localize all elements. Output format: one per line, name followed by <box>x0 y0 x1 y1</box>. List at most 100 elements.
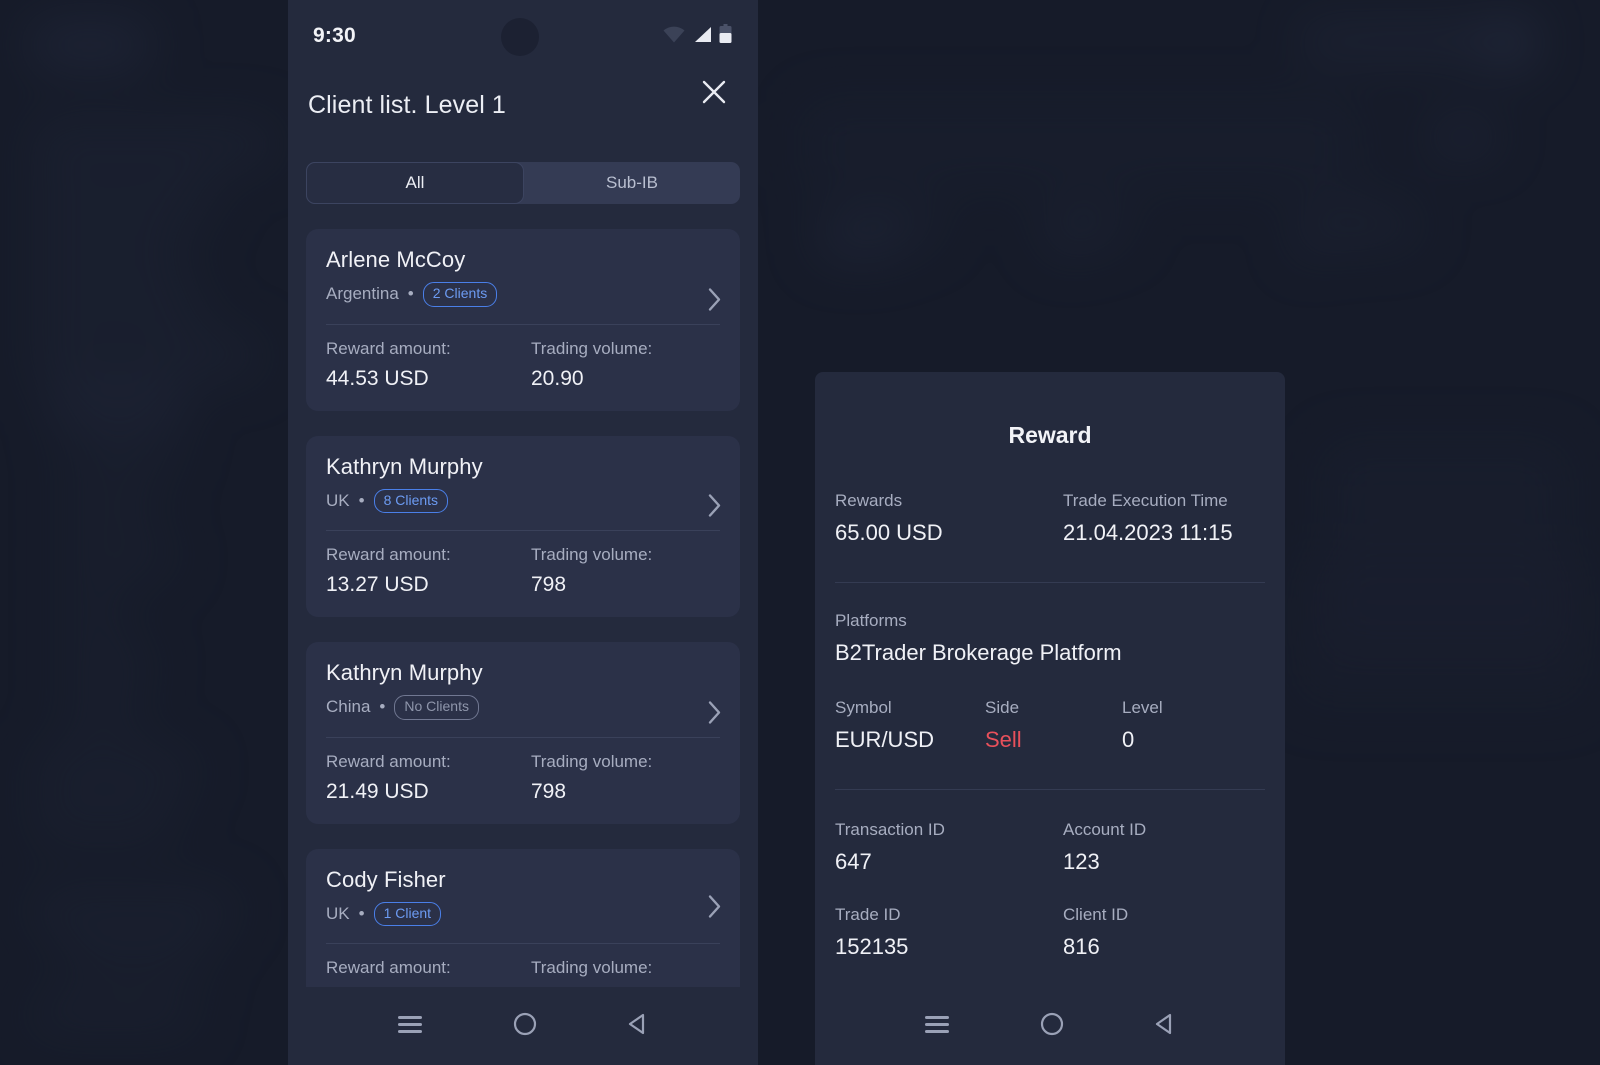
transaction-id-label: Transaction ID <box>835 820 945 839</box>
account-id-value: 123 <box>1063 849 1100 874</box>
divider <box>326 323 720 325</box>
client-meta: Argentina • 2 Clients <box>326 282 720 307</box>
reward-amount-value: 44.53 USD <box>326 366 429 390</box>
page-title: Client list. Level 1 <box>308 90 506 119</box>
divider <box>326 736 720 738</box>
rewards-value: 65.00 USD <box>835 520 943 545</box>
trade-attributes-row: Symbol EUR/USD Side Sell Level 0 <box>835 698 1265 753</box>
divider <box>326 943 720 944</box>
reward-summary-row: Rewards 65.00 USD Trade Execution Time 2… <box>835 491 1265 546</box>
client-card[interactable]: Cody Fisher UK • 1 Client Reward amount:… <box>306 848 740 1006</box>
client-id-label: Client ID <box>1063 905 1129 924</box>
status-bar-clock: 9:30 <box>313 24 356 47</box>
back-icon[interactable] <box>625 1011 651 1042</box>
cellular-signal-icon <box>692 26 712 48</box>
status-bar-icons <box>663 24 732 49</box>
client-count-badge: 1 Client <box>373 901 442 926</box>
client-stats: Reward amount: Trading volume: <box>326 958 720 986</box>
client-country: China <box>326 697 371 717</box>
trade-execution-time-label: Trade Execution Time <box>1063 491 1228 510</box>
level-field: Level 0 <box>1122 698 1265 753</box>
ids-row-primary: Transaction ID 647 Account ID 123 <box>835 820 1265 875</box>
client-card[interactable]: Arlene McCoy Argentina • 2 Clients Rewar… <box>306 229 740 411</box>
account-id-label: Account ID <box>1063 820 1147 839</box>
home-icon[interactable] <box>1039 1011 1065 1042</box>
level-label: Level <box>1122 698 1163 717</box>
client-list: Arlene McCoy Argentina • 2 Clients Rewar… <box>288 229 758 1006</box>
rewards-label: Rewards <box>835 491 903 510</box>
symbol-field: Symbol EUR/USD <box>835 698 985 753</box>
client-stats: Reward amount: 13.27 USD Trading volume:… <box>326 545 720 597</box>
divider <box>835 789 1265 790</box>
client-count-badge: 8 Clients <box>373 488 449 513</box>
chevron-right-icon[interactable] <box>708 700 722 729</box>
wifi-icon <box>663 26 685 48</box>
reward-amount-stat: Reward amount: 21.49 USD <box>326 752 531 804</box>
reward-panel-title: Reward <box>1008 422 1092 448</box>
client-count-badge: 2 Clients <box>422 282 498 307</box>
client-id-value: 816 <box>1063 934 1100 959</box>
back-icon[interactable] <box>1152 1011 1178 1042</box>
recents-icon[interactable] <box>395 1012 425 1041</box>
client-stats: Reward amount: 44.53 USD Trading volume:… <box>326 339 720 391</box>
reward-amount-label: Reward amount: <box>326 545 451 564</box>
trading-volume-value: 20.90 <box>531 366 584 390</box>
client-meta: UK • 8 Clients <box>326 488 720 513</box>
client-name: Arlene McCoy <box>326 247 466 272</box>
home-icon[interactable] <box>512 1011 538 1042</box>
chevron-right-icon[interactable] <box>708 287 722 316</box>
chevron-right-icon[interactable] <box>708 494 722 523</box>
client-name: Kathryn Murphy <box>326 660 483 685</box>
trade-execution-time-field: Trade Execution Time 21.04.2023 11:15 <box>1063 491 1265 546</box>
transaction-id-value: 647 <box>835 849 872 874</box>
symbol-label: Symbol <box>835 698 892 717</box>
client-stats: Reward amount: 21.49 USD Trading volume:… <box>326 752 720 804</box>
meta-separator: • <box>379 697 386 717</box>
reward-details: Rewards 65.00 USD Trade Execution Time 2… <box>815 491 1285 960</box>
platforms-field: Platforms B2Trader Brokerage Platform <box>835 611 1265 666</box>
trading-volume-stat: Trading volume: <box>531 958 720 986</box>
rewards-field: Rewards 65.00 USD <box>835 491 1063 546</box>
trade-id-value: 152135 <box>835 934 909 959</box>
trading-volume-label: Trading volume: <box>531 751 653 771</box>
android-nav-bar <box>288 987 758 1065</box>
trade-id-field: Trade ID 152135 <box>835 905 1063 960</box>
sheet-header: Client list. Level 1 <box>288 74 758 136</box>
client-card[interactable]: Kathryn Murphy UK • 8 Clients Reward amo… <box>306 435 740 617</box>
trading-volume-stat: Trading volume: 20.90 <box>531 339 720 391</box>
tab-all[interactable]: All <box>306 162 524 204</box>
platforms-row: Platforms B2Trader Brokerage Platform <box>835 611 1265 666</box>
tab-sub-ib[interactable]: Sub-IB <box>524 162 740 204</box>
meta-separator: • <box>407 284 414 304</box>
client-meta: China • No Clients <box>326 695 720 720</box>
client-card[interactable]: Kathryn Murphy China • No Clients Reward… <box>306 642 740 824</box>
side-field: Side Sell <box>985 698 1122 753</box>
trade-id-label: Trade ID <box>835 905 901 924</box>
client-id-field: Client ID 816 <box>1063 905 1265 960</box>
android-nav-bar <box>815 987 1285 1065</box>
client-name: Kathryn Murphy <box>326 453 483 479</box>
trading-volume-label: Trading volume: <box>531 958 653 977</box>
client-meta: UK • 1 Client <box>326 901 720 926</box>
filter-segmented-control[interactable]: All Sub-IB <box>306 162 740 204</box>
account-id-field: Account ID 123 <box>1063 820 1265 875</box>
ids-row-secondary: Trade ID 152135 Client ID 816 <box>835 905 1265 960</box>
trading-volume-label: Trading volume: <box>531 545 653 564</box>
reward-amount-stat: Reward amount: 44.53 USD <box>326 339 531 391</box>
reward-amount-label: Reward amount: <box>326 338 451 358</box>
side-label: Side <box>985 698 1020 717</box>
client-country: Argentina <box>326 284 399 304</box>
trading-volume-label: Trading volume: <box>531 338 653 358</box>
client-count-badge: No Clients <box>394 695 479 720</box>
chevron-right-icon[interactable] <box>708 895 722 924</box>
screen-root: 9:30 Client list. Level 1 All Sub-IB Arl… <box>0 0 1600 1065</box>
trading-volume-value: 798 <box>531 573 567 596</box>
close-button[interactable] <box>694 74 734 114</box>
reward-amount-value: 21.49 USD <box>326 779 429 803</box>
transaction-id-field: Transaction ID 647 <box>835 820 1063 875</box>
meta-separator: • <box>358 903 365 923</box>
meta-separator: • <box>358 490 365 510</box>
recents-icon[interactable] <box>922 1012 952 1041</box>
trading-volume-stat: Trading volume: 798 <box>531 752 720 804</box>
divider <box>835 582 1265 583</box>
